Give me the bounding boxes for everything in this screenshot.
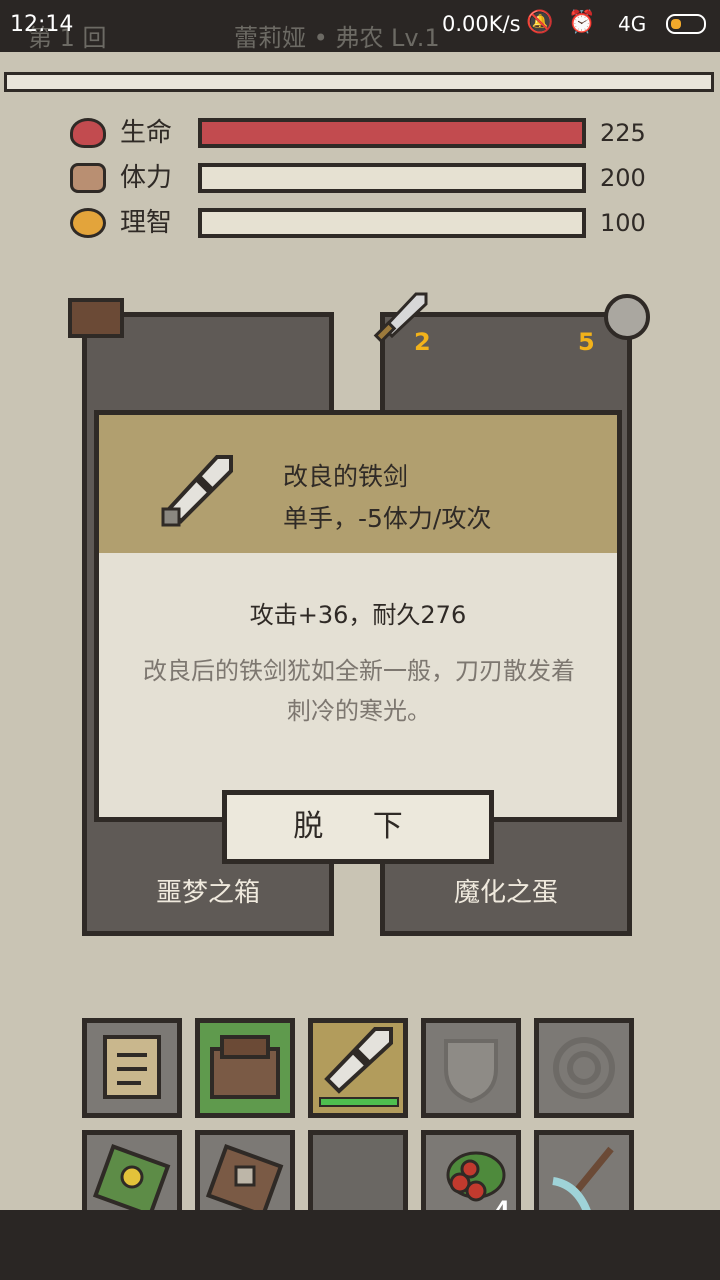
backpack-icon: [210, 1035, 280, 1099]
stamina-bar: [198, 163, 586, 193]
sword-equipped-icon: [324, 1027, 393, 1094]
ring-icon: [553, 1037, 615, 1099]
sanity-row: 理智 100: [70, 206, 670, 242]
nightmare-box-label: 噩梦之箱: [155, 878, 260, 908]
coin-icon: [604, 294, 650, 340]
network-speed: 0.00K/s: [442, 12, 521, 36]
item-dialog: 改良的铁剑 单手，-5体力/攻次 攻击+36，耐久276 改良后的铁剑犹如全新一…: [94, 410, 622, 822]
scroll-slot[interactable]: [82, 1018, 182, 1118]
bottom-bar: [0, 1210, 720, 1280]
shield-icon: [444, 1039, 498, 1104]
stamina-icon: [70, 163, 106, 193]
hp-bar: [198, 118, 586, 148]
shield-slot[interactable]: [421, 1018, 521, 1118]
scroll-icon: [103, 1035, 161, 1099]
sword-count: 2: [414, 328, 431, 356]
accessory-slot[interactable]: [534, 1018, 634, 1118]
demon-egg-label: 魔化之蛋: [453, 878, 558, 908]
status-bar: 第 1 回 蕾莉娅 • 弗农 Lv.1 12:14 0.00K/s 🔕 ⏰ 4G: [0, 0, 720, 52]
heart-icon: [70, 118, 106, 148]
weapon-slot[interactable]: [308, 1018, 408, 1118]
backpack-slot[interactable]: [195, 1018, 295, 1118]
hp-label: 生命: [120, 118, 173, 148]
item-description: 改良后的铁剑犹如全新一般，刀刃散发着刺冷的寒光。: [143, 657, 575, 725]
battery-icon: [666, 14, 706, 34]
chest-icon[interactable]: [68, 298, 124, 338]
item-dialog-header: 改良的铁剑 单手，-5体力/攻次: [99, 415, 617, 553]
notification-icons: 🔕 ⏰: [526, 10, 600, 35]
stamina-label: 体力: [120, 163, 173, 193]
item-title: 改良的铁剑: [283, 462, 409, 491]
character-name: 蕾莉娅 • 弗农 Lv.1: [234, 24, 440, 52]
unequip-button[interactable]: 脱 下: [222, 790, 494, 864]
sanity-bar: [198, 208, 586, 238]
hp-row: 生命 225: [70, 116, 670, 152]
weapon-durability-bar: [319, 1097, 399, 1107]
experience-bar: [4, 72, 714, 92]
stamina-row: 体力 200: [70, 161, 670, 197]
coin-count: 5: [578, 328, 595, 356]
clock: 12:14: [10, 12, 74, 37]
signal-indicator: 4G: [618, 12, 647, 36]
item-stats: 攻击+36，耐久276: [249, 601, 467, 629]
item-subtitle: 单手，-5体力/攻次: [283, 504, 492, 533]
iron-sword-icon: [161, 455, 233, 527]
sanity-value: 100: [600, 209, 646, 237]
sanity-label: 理智: [120, 208, 173, 238]
stamina-value: 200: [600, 164, 646, 192]
hp-value: 225: [600, 119, 646, 147]
sanity-icon: [70, 208, 106, 238]
